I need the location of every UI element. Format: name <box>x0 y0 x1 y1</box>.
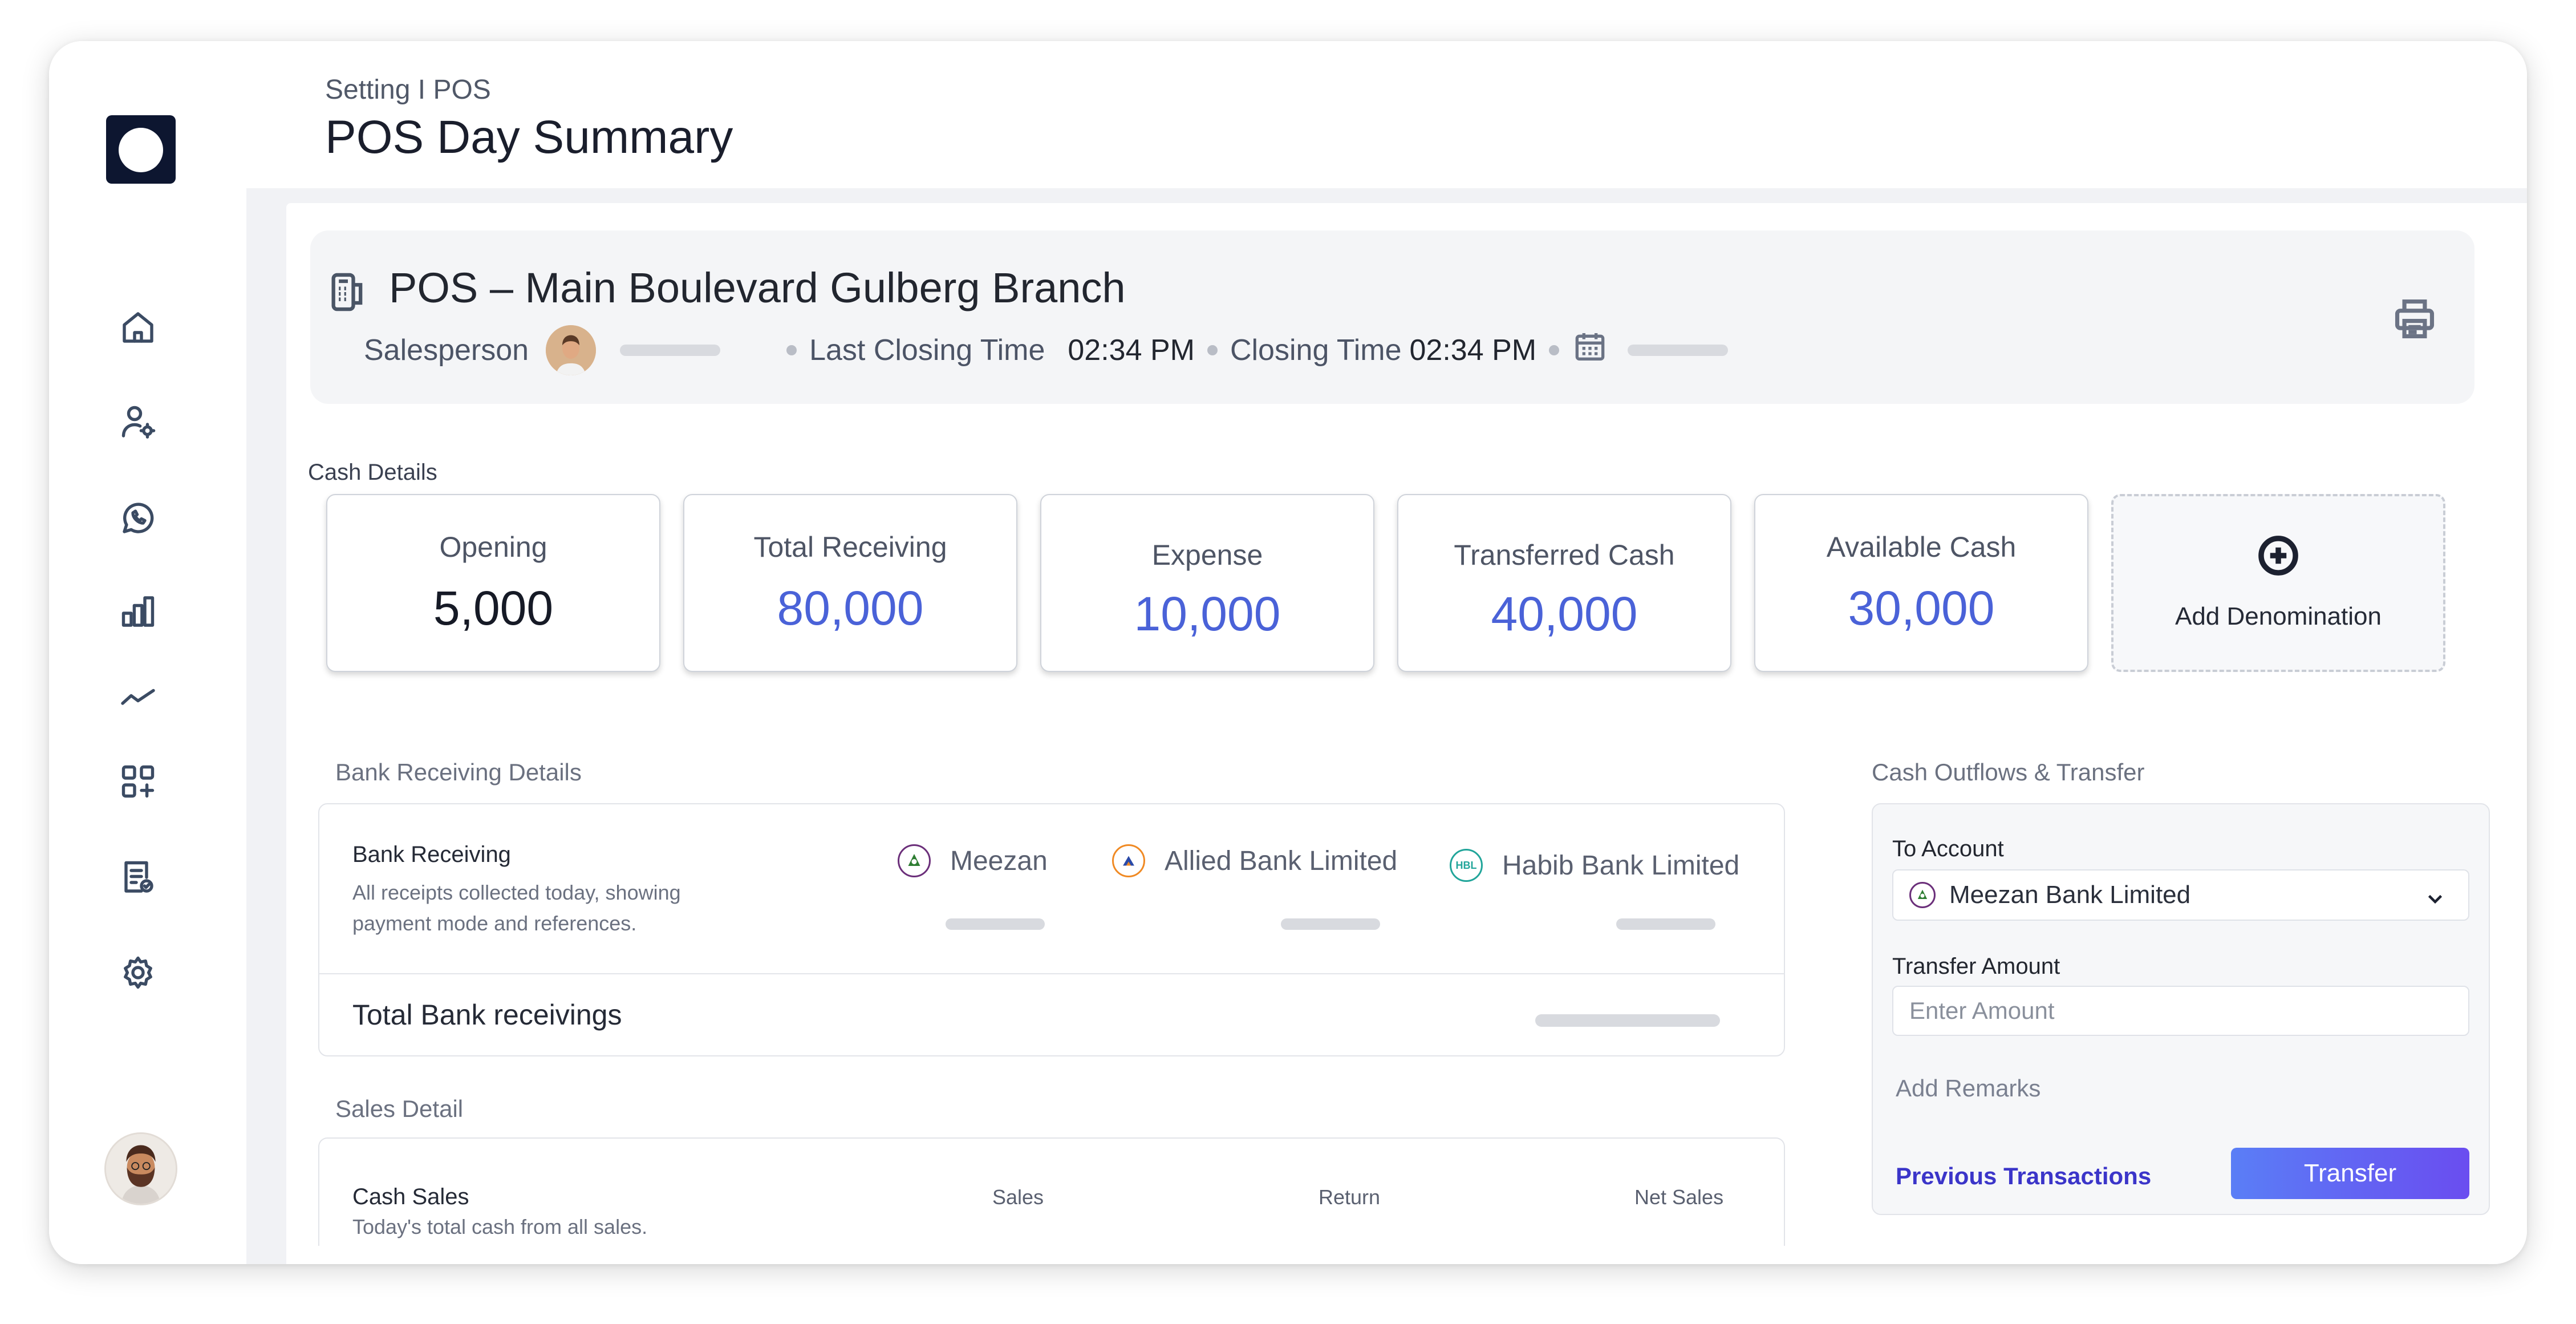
transferred-cash-card: Transferred Cash 40,000 <box>1397 494 1731 672</box>
bank-allied: Allied Bank Limited <box>1112 844 1397 877</box>
card-label: Expense <box>1151 539 1263 571</box>
allied-logo-icon <box>1112 844 1145 877</box>
habib-logo-icon: HBL <box>1450 849 1483 882</box>
card-value: 80,000 <box>777 581 924 635</box>
cash-details-label: Cash Details <box>308 460 437 485</box>
meezan-logo-icon <box>1909 882 1936 908</box>
total-receiving-card: Total Receiving 80,000 <box>683 494 1017 672</box>
card-value: 5,000 <box>433 581 554 635</box>
salesperson-label: Salesperson <box>364 334 529 367</box>
bank-amount-placeholder <box>1616 918 1715 930</box>
bank-receiving-section-label: Bank Receiving Details <box>335 759 582 786</box>
card-value: 40,000 <box>1491 587 1638 641</box>
card-label: Transferred Cash <box>1454 539 1675 571</box>
user-settings-icon[interactable] <box>116 400 160 444</box>
cash-outflows-section-label: Cash Outflows & Transfer <box>1872 759 2145 786</box>
expense-card: Expense 10,000 <box>1040 494 1374 672</box>
pos-header: POS – Main Boulevard Gulberg Branch Sale… <box>310 230 2474 404</box>
card-label: Total Receiving <box>753 531 947 563</box>
app-window: Setting I POS POS Day Summary POS – Main… <box>49 41 2527 1264</box>
transfer-button[interactable]: Transfer <box>2231 1148 2469 1199</box>
available-cash-card: Available Cash 30,000 <box>1754 494 2088 672</box>
net-sales-column-header: Net Sales <box>1634 1185 1724 1209</box>
bank-name: Meezan <box>950 845 1048 876</box>
breadcrumb: Setting I POS <box>325 75 491 105</box>
main-area: Setting I POS POS Day Summary POS – Main… <box>246 41 2527 1264</box>
sales-detail-panel: Cash Sales Today's total cash from all s… <box>318 1137 1785 1246</box>
calendar-icon[interactable] <box>1572 329 1608 372</box>
bank-receiving-description: All receipts collected today, showing pa… <box>352 881 681 935</box>
bank-amount-placeholder <box>1281 918 1380 930</box>
date-placeholder <box>1628 345 1729 356</box>
bank-habib: HBL Habib Bank Limited <box>1450 849 1739 882</box>
bank-amount-placeholder <box>946 918 1045 930</box>
pos-terminal-icon <box>326 269 370 315</box>
transfer-amount-label: Transfer Amount <box>1892 954 2060 979</box>
chevron-down-icon <box>2425 886 2445 907</box>
separator-dot <box>1207 345 1218 355</box>
page-title: POS Day Summary <box>325 111 733 163</box>
whatsapp-icon[interactable] <box>116 496 160 540</box>
card-value: 30,000 <box>1848 581 1995 635</box>
salesperson-name-placeholder <box>620 345 721 356</box>
to-account-select[interactable]: Meezan Bank Limited <box>1892 869 2469 921</box>
last-closing-label: Last Closing Time <box>809 334 1045 367</box>
total-bank-receivings-placeholder <box>1535 1014 1720 1027</box>
plus-circle-icon <box>2257 534 2300 577</box>
add-widget-icon[interactable] <box>116 760 160 803</box>
card-label: Opening <box>439 531 547 563</box>
bar-chart-icon[interactable] <box>116 590 160 633</box>
bank-name: Allied Bank Limited <box>1165 845 1398 876</box>
card-value: 10,000 <box>1134 587 1281 641</box>
content-panel: POS – Main Boulevard Gulberg Branch Sale… <box>286 203 2527 1264</box>
separator-dot <box>1549 345 1560 355</box>
pos-title: POS – Main Boulevard Gulberg Branch <box>389 264 1126 311</box>
user-avatar[interactable] <box>104 1132 177 1205</box>
bank-meezan: Meezan <box>898 844 1048 877</box>
cash-sales-description: Today's total cash from all sales. <box>352 1215 648 1238</box>
separator-dot <box>786 345 797 355</box>
add-denomination-button[interactable]: Add Denomination <box>2111 494 2445 672</box>
divider <box>319 973 1784 974</box>
bank-receiving-title: Bank Receiving <box>352 842 511 867</box>
closing-time: 02:34 PM <box>1409 334 1537 367</box>
return-column-header: Return <box>1319 1185 1381 1209</box>
previous-transactions-link[interactable]: Previous Transactions <box>1896 1163 2151 1190</box>
add-remarks-field[interactable]: Add Remarks <box>1896 1075 2040 1102</box>
transfer-amount-input[interactable] <box>1892 986 2469 1036</box>
total-bank-receivings-label: Total Bank receivings <box>352 999 622 1031</box>
sales-detail-section-label: Sales Detail <box>335 1095 464 1122</box>
meezan-logo-icon <box>898 844 931 877</box>
cash-sales-title: Cash Sales <box>352 1184 469 1209</box>
add-denomination-label: Add Denomination <box>2175 602 2382 630</box>
to-account-value: Meezan Bank Limited <box>1949 881 2191 909</box>
report-icon[interactable] <box>116 856 160 899</box>
printer-icon[interactable] <box>2390 294 2439 343</box>
transfer-panel: To Account Meezan Bank Limited Transfer … <box>1872 803 2490 1215</box>
bank-name: Habib Bank Limited <box>1502 850 1740 881</box>
trend-line-icon[interactable] <box>116 677 160 720</box>
sidebar <box>49 41 246 1264</box>
last-closing-time: 02:34 PM <box>1068 334 1195 367</box>
sales-column-header: Sales <box>992 1185 1044 1209</box>
gear-icon[interactable] <box>116 951 160 994</box>
salesperson-avatar <box>546 325 597 375</box>
pos-meta-row: Salesperson Last Closing Time 02:34 PM C… <box>364 322 1729 379</box>
closing-label: Closing Time <box>1230 334 1402 367</box>
bank-receiving-panel: Bank Receiving All receipts collected to… <box>318 803 1785 1056</box>
app-logo[interactable] <box>106 115 176 184</box>
to-account-label: To Account <box>1892 836 2004 861</box>
opening-card: Opening 5,000 <box>326 494 660 672</box>
home-icon[interactable] <box>116 306 160 349</box>
card-label: Available Cash <box>1826 531 2017 563</box>
